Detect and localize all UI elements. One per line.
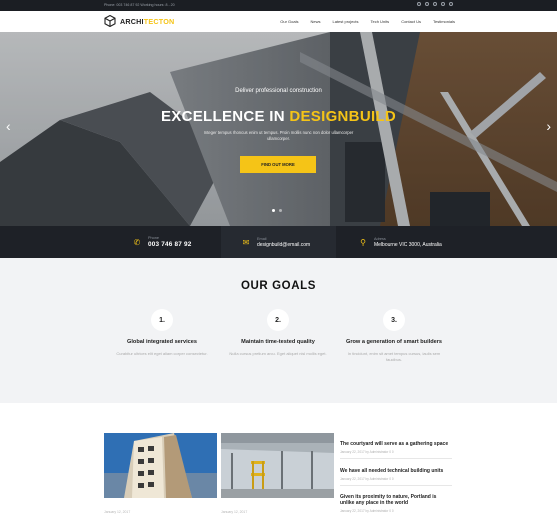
news-card[interactable]: January 12, 2017 [104,433,217,514]
goal-description: In tincidunt, enim sit amet tempus cursu… [347,351,441,362]
goal-number: 3. [383,309,405,331]
goal-number: 1. [151,309,173,331]
news-list-item[interactable]: The courtyard will serve as a gathering … [340,441,452,459]
phone-value: 003 746 87 92 [148,241,192,248]
main-nav: Our Goals News Latest projects Tech Unit… [280,19,455,24]
contact-email: ✉ Email designbuild@email.com [221,226,336,258]
goal-title: Maintain time-tested quality [241,339,315,345]
topbar-info: Phone: 003 746 87 92 Working hours: 8 - … [104,3,175,7]
nav-testimonials[interactable]: Testimonials [433,19,455,24]
divider [340,458,452,459]
logo-text: ARCHITECTON [120,16,175,26]
share-icon[interactable] [441,2,445,6]
news-card-image[interactable] [221,433,334,498]
news-list-item[interactable]: Given its proximity to nature, Portland … [340,494,452,513]
news-card-image[interactable] [104,433,217,498]
slider-dots [272,209,282,212]
news-item-meta: January 22, 2017 by Administrator 0 0 [340,450,394,454]
nav-latest-projects[interactable]: Latest projects [332,19,358,24]
news-item-meta: January 22, 2017 by Administrator 0 0 [340,509,394,514]
nav-contact-us[interactable]: Contact Us [401,19,421,24]
news-section: January 12, 2017 January 12, 2017 The co… [0,403,557,516]
slider-prev-icon[interactable]: ‹ [6,119,11,133]
twitter-icon[interactable] [433,2,437,6]
nav-our-goals[interactable]: Our Goals [280,19,298,24]
email-label: Email [257,236,267,241]
goal-number: 2. [267,309,289,331]
news-item-meta: January 22, 2017 by Administrator 0 0 [340,476,394,481]
find-out-more-button[interactable]: FIND OUT MORE [240,156,316,173]
contact-address: ⚲ Adress Melbourne VIC 3000, Australia [336,226,453,258]
envelope-icon: ✉ [242,237,250,247]
hero-subtitle: Deliver professional construction [235,88,322,94]
address-label: Adress [374,236,386,241]
divider [340,484,452,486]
news-card-date: January 12, 2017 [104,510,131,514]
goal-item: 2. Maintain time-tested quality Nulla cu… [228,309,328,357]
slider-dot[interactable] [279,209,282,212]
contact-phone: ✆ Phone 003 746 87 92 [104,226,221,258]
news-item-title[interactable]: The courtyard will serve as a gathering … [340,441,452,447]
nav-news[interactable]: News [310,19,320,24]
news-card[interactable]: January 12, 2017 [221,433,334,514]
phone-label: Phone [148,236,159,240]
news-list: The courtyard will serve as a gathering … [340,441,452,516]
goal-title: Global integrated services [127,339,197,345]
goal-item: 3. Grow a generation of smart builders I… [344,309,444,362]
nav-tech-units[interactable]: Tech Units [371,19,390,24]
news-list-item[interactable]: We have all needed technical building un… [340,468,452,486]
goal-description: Nulla cursus pretium arcu. Eget aliquet … [229,351,327,356]
logo[interactable]: ARCHITECTON [104,15,174,27]
phone-icon: ✆ [133,237,141,247]
logo-icon [104,15,116,27]
goals-title: OUR GOALS [240,280,317,292]
news-item-title[interactable]: We have all needed technical building un… [340,468,452,474]
social-links [417,2,453,6]
goals-section: OUR GOALS 1. Global integrated services … [0,258,557,403]
slider-dot[interactable] [272,209,275,212]
news-item-title[interactable]: Given its proximity to nature, Portland … [340,494,452,506]
header: ARCHITECTON Our Goals News Latest projec… [0,11,557,32]
hero-title: EXCELLENCE IN DESIGNBUILD [160,108,397,125]
top-bar: Phone: 003 746 87 92 Working hours: 8 - … [0,0,557,11]
email-value[interactable]: designbuild@email.com [257,242,310,248]
contact-bar: ✆ Phone 003 746 87 92 ✉ Email designbuil… [0,226,557,258]
facebook-icon[interactable] [417,2,421,6]
instagram-icon[interactable] [425,2,429,6]
news-card-date: January 12, 2017 [221,510,248,514]
address-value: Melbourne VIC 3000, Australia [374,241,442,248]
goal-title: Grow a generation of smart builders [345,339,443,345]
map-pin-icon: ⚲ [360,237,366,247]
goal-description: Curabitur ultrices elit eget aliam corpe… [116,351,208,356]
hero-slider: Deliver professional construction EXCELL… [0,32,557,226]
hero-description: Integer tempus rhoncus enim ut tempus. P… [203,130,354,141]
slider-next-icon[interactable]: › [546,119,551,133]
location-icon[interactable] [449,2,453,6]
goal-item: 1. Global integrated services Curabitur … [112,309,212,357]
